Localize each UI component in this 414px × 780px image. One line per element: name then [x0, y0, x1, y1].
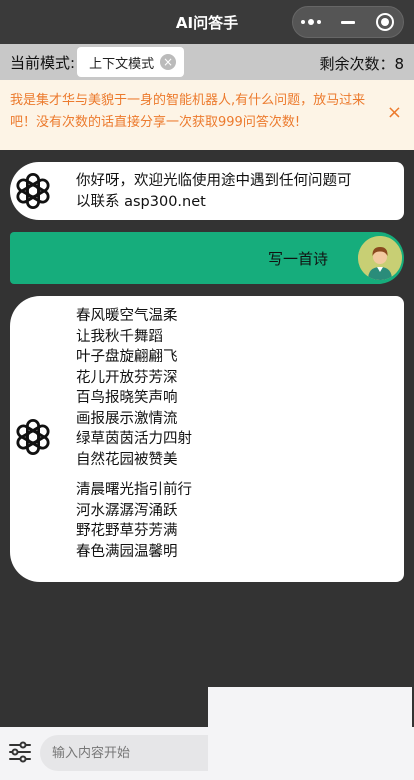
poem-line: 春风暖空气温柔 [76, 308, 178, 324]
poem-line: 野花野草芬芳满 [76, 523, 178, 539]
mode-chip-label: 上下文模式 [89, 56, 155, 72]
user-message-text: 写一首诗 [267, 250, 328, 268]
ai-message-poem: 春风暖空气温柔 让我秋千舞蹈 叶子盘旋翩翩飞 花儿开放芬芳深 百鸟报晓笑声响 画… [10, 296, 404, 582]
user-avatar [358, 236, 402, 280]
openai-logo-icon [16, 172, 50, 210]
overlay-panel [208, 687, 412, 773]
poem-line: 春色满园温馨明 [76, 543, 178, 560]
notice-text: 我是集才华与美貌于一身的智能机器人,有什么问题，放马过来吧！没有次数的话直接分享… [10, 93, 366, 130]
nav-bar: AI问答手 [0, 0, 414, 44]
ai-message-text: 春风暖空气温柔 让我秋千舞蹈 叶子盘旋翩翩飞 花儿开放芬芳深 百鸟报晓笑声响 画… [76, 306, 394, 562]
mode-label: 当前模式: [10, 53, 76, 72]
target-icon [375, 13, 394, 31]
mini-program-capsule [292, 6, 404, 38]
poem-line: 河水潺潺泻涌跃 [76, 502, 178, 519]
minimize-icon [340, 20, 355, 24]
poem-line [76, 470, 394, 480]
ai-message-greeting: 你好呀，欢迎光临使用途中遇到任何问题可 以联系 asp300.net [10, 162, 404, 220]
minimize-button[interactable] [333, 10, 363, 34]
poem-line: 花儿开放芬芳深 [76, 369, 178, 386]
poem-line: 清晨曙光指引前行 [76, 482, 192, 498]
user-message: 写一首诗 [10, 232, 404, 284]
close-icon[interactable]: × [160, 54, 177, 70]
mode-bar: 当前模式: 上下文模式 × 剩余次数：8 [0, 44, 414, 80]
more-button[interactable] [296, 10, 326, 34]
mode-chip[interactable]: 上下文模式 × [77, 47, 185, 77]
poem-line: 自然花园被赞美 [76, 451, 178, 468]
sliders-icon[interactable] [8, 741, 32, 763]
more-icon [301, 19, 322, 25]
remaining-count: 剩余次数：8 [319, 55, 404, 73]
poem-line: 让我秋千舞蹈 [76, 328, 163, 345]
notice-bar: 我是集才华与美貌于一身的智能机器人,有什么问题，放马过来吧！没有次数的话直接分享… [0, 80, 414, 150]
notice-close-icon[interactable]: × [387, 102, 402, 124]
message-line: 你好呀，欢迎光临使用途中遇到任何问题可 [76, 173, 352, 189]
openai-logo-icon [16, 418, 50, 456]
poem-line: 百鸟报晓笑声响 [76, 390, 178, 406]
poem-line: 绿草茵茵活力四射 [76, 431, 192, 447]
close-program-button[interactable] [370, 10, 400, 34]
ai-message-text: 你好呀，欢迎光临使用途中遇到任何问题可 以联系 asp300.net [76, 171, 394, 212]
poem-line: 画报展示激情流 [76, 410, 178, 427]
poem-line: 叶子盘旋翩翩飞 [76, 349, 178, 365]
message-line: 以联系 asp300.net [76, 193, 206, 210]
user-avatar-icon [358, 236, 402, 280]
